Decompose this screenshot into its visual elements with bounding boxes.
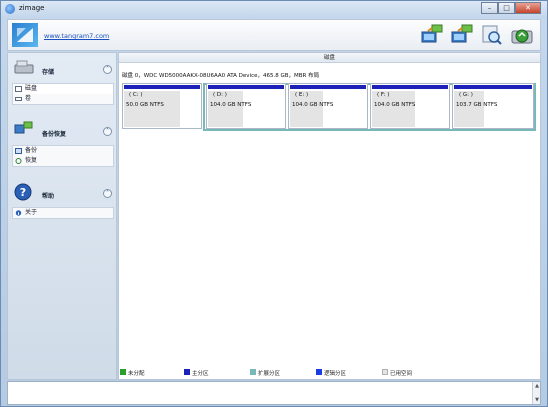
sidebar: 存储 ˄ 磁盘 卷 备份恢复 ˄ 备份 恢复 ? 帮助 ˄ 关于: [7, 52, 117, 380]
legend-item: 扩展分区: [250, 369, 280, 377]
sidebar-item-volume[interactable]: 卷: [13, 94, 113, 104]
window-title: zimage: [19, 4, 45, 12]
info-icon: [15, 210, 22, 216]
partition-letter: ( C: ): [129, 92, 143, 98]
partition-info: 103.7 GB NTFS: [456, 102, 498, 108]
computer-restore-icon: [451, 24, 473, 43]
backup-restore-icon: [14, 121, 33, 134]
main-title: 磁盘: [119, 53, 540, 63]
partition-letter: ( D: ): [213, 92, 227, 98]
partition-legend: 未分配 主分区 扩展分区 逻辑分区 已用空间: [120, 367, 540, 377]
scroll-up-icon[interactable]: ▲: [534, 383, 540, 389]
restore-icon: [15, 158, 22, 164]
legend-item: 主分区: [184, 369, 209, 377]
partition-info: 50.0 GB NTFS: [126, 102, 164, 108]
legend-swatch: [184, 369, 190, 375]
legend-item: 已用空间: [382, 369, 412, 377]
partition-info: 104.0 GB NTFS: [292, 102, 334, 108]
partition-type-bar: [454, 85, 532, 89]
legend-label: 逻辑分区: [324, 371, 347, 377]
sidebar-item-label: 磁盘: [25, 85, 38, 92]
partition-letter: ( G: ): [459, 92, 473, 98]
backup-section-header[interactable]: 备份恢复 ˄: [12, 121, 114, 143]
backup-section-items: 备份 恢复: [12, 145, 114, 167]
disk-icon: [15, 86, 22, 92]
restore-toolbar-button[interactable]: [450, 23, 474, 47]
sidebar-item-label: 关于: [25, 209, 38, 216]
partition-type-bar: [124, 85, 200, 89]
partition-type-bar: [208, 85, 284, 89]
legend-label: 未分配: [128, 371, 145, 377]
sidebar-item-about[interactable]: 关于: [13, 208, 113, 218]
partition-d[interactable]: ( D: ) 104.0 GB NTFS: [206, 83, 286, 129]
partition-c[interactable]: ( C: ) 50.0 GB NTFS: [122, 83, 202, 129]
backup-icon: [15, 148, 22, 154]
sidebar-item-disk[interactable]: 磁盘: [13, 84, 113, 94]
legend-item: 未分配: [120, 369, 145, 377]
chevron-up-icon[interactable]: ˄: [103, 127, 112, 136]
partition-type-bar: [290, 85, 366, 89]
legend-swatch: [120, 369, 126, 375]
sidebar-item-label: 恢复: [25, 157, 38, 164]
legend-swatch: [316, 369, 322, 375]
volume-icon: [15, 97, 22, 101]
sidebar-item-backup[interactable]: 备份: [13, 146, 113, 156]
partition-f[interactable]: ( F: ) 104.0 GB NTFS: [370, 83, 450, 129]
storage-section-header[interactable]: 存储 ˄: [12, 59, 114, 81]
storage-icon: [14, 60, 34, 74]
legend-item: 逻辑分区: [316, 369, 346, 377]
settings-toolbar-button[interactable]: [510, 23, 534, 47]
website-link[interactable]: www.tangram7.com: [44, 32, 109, 40]
disk-info: 磁盘 0，WDC WD5000AAKX-08U6AA0 ATA Device，4…: [122, 73, 320, 79]
partition-type-bar: [372, 85, 448, 89]
legend-label: 主分区: [192, 371, 209, 377]
partition-e[interactable]: ( E: ) 104.0 GB NTFS: [288, 83, 368, 129]
backup-toolbar-button[interactable]: [420, 23, 444, 47]
svg-text:?: ?: [20, 186, 26, 199]
partition-letter: ( E: ): [295, 92, 309, 98]
minimize-button[interactable]: –: [481, 2, 498, 14]
app-window: zimage – □ ✕ www.tangram7.com 存储 ˄ 磁盘 卷 …: [0, 0, 548, 407]
title-bar: zimage – □ ✕: [1, 1, 547, 18]
sidebar-item-restore[interactable]: 恢复: [13, 156, 113, 166]
header: www.tangram7.com: [7, 19, 541, 51]
help-section-title: 帮助: [42, 193, 55, 200]
storage-section-title: 存储: [42, 69, 55, 76]
scroll-down-icon[interactable]: ▼: [534, 397, 540, 403]
partition-info: 104.0 GB NTFS: [210, 102, 252, 108]
chevron-up-icon[interactable]: ˄: [103, 189, 112, 198]
computer-backup-icon: [421, 24, 443, 43]
partition-g[interactable]: ( G: ) 103.7 GB NTFS: [452, 83, 534, 129]
help-section-header[interactable]: ? 帮助 ˄: [12, 183, 114, 205]
logo-icon: [12, 23, 38, 47]
help-section-items: 关于: [12, 207, 114, 219]
legend-label: 已用空间: [390, 371, 413, 377]
help-icon: ?: [14, 183, 32, 201]
partition-map: ( C: ) 50.0 GB NTFS ( D: ) 104.0 GB NTFS…: [122, 83, 536, 131]
partition-letter: ( F: ): [377, 92, 390, 98]
storage-section-items: 磁盘 卷: [12, 83, 114, 105]
maximize-button[interactable]: □: [498, 2, 515, 14]
app-icon: [5, 4, 15, 14]
window-controls: – □ ✕: [481, 2, 541, 14]
disk-tool-icon: [511, 29, 533, 44]
legend-label: 扩展分区: [258, 371, 281, 377]
log-scrollbar[interactable]: ▲ ▼: [532, 382, 540, 404]
partition-info: 104.0 GB NTFS: [374, 102, 416, 108]
chevron-up-icon[interactable]: ˄: [103, 65, 112, 74]
backup-section-title: 备份恢复: [42, 131, 67, 138]
search-toolbar-button[interactable]: [480, 23, 504, 47]
sidebar-item-label: 备份: [25, 147, 38, 154]
main-panel: 磁盘 磁盘 0，WDC WD5000AAKX-08U6AA0 ATA Devic…: [118, 52, 541, 380]
magnifier-icon: [482, 25, 502, 45]
log-panel[interactable]: ▲ ▼: [7, 381, 541, 405]
close-button[interactable]: ✕: [515, 2, 541, 14]
legend-swatch: [382, 369, 388, 375]
sidebar-item-label: 卷: [25, 95, 32, 102]
legend-swatch: [250, 369, 256, 375]
